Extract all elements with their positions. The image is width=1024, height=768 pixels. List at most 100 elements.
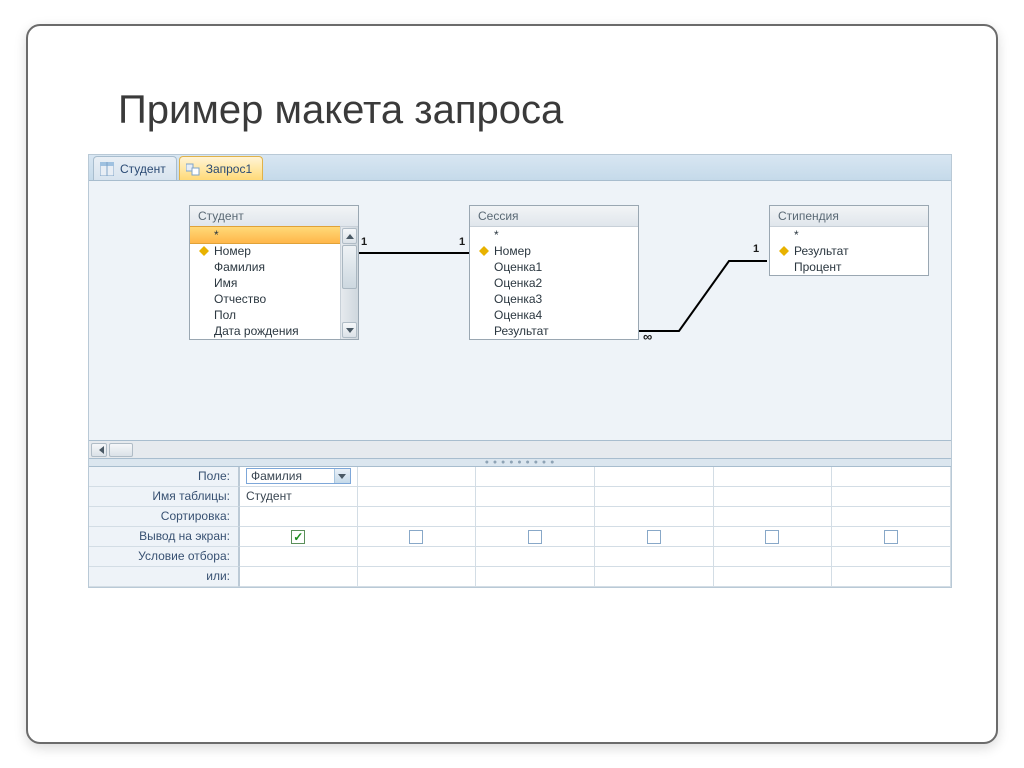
grid-cell-or[interactable] (714, 567, 833, 587)
show-checkbox[interactable] (765, 530, 779, 544)
field-item[interactable]: Оценка2 (470, 275, 638, 291)
grid-cell-field[interactable] (714, 467, 833, 487)
grid-cell-criteria[interactable] (714, 547, 833, 567)
grid-row-label-sort: Сортировка: (89, 507, 239, 527)
grid-cell-criteria[interactable] (595, 547, 714, 567)
grid-cell-show[interactable] (595, 527, 714, 547)
grid-cell-sort[interactable] (239, 507, 358, 527)
grid-cell-table[interactable] (358, 487, 477, 507)
field-item[interactable]: Оценка1 (470, 259, 638, 275)
grid-cell-show[interactable] (714, 527, 833, 547)
field-item[interactable]: Имя (190, 275, 340, 291)
field-dropdown[interactable]: Фамилия (246, 468, 351, 484)
grid-cell-table[interactable] (714, 487, 833, 507)
grid-cell-sort[interactable] (595, 507, 714, 527)
grid-cell-criteria[interactable] (239, 547, 358, 567)
show-checkbox[interactable] (409, 530, 423, 544)
table-title: Сессия (470, 206, 638, 227)
field-list[interactable]: * Номер Фамилия Имя Отчество Пол Дата ро… (190, 227, 340, 339)
field-item[interactable]: * (470, 227, 638, 243)
grid-row-label-field: Поле: (89, 467, 239, 487)
show-checkbox[interactable] (528, 530, 542, 544)
grid-cell-table[interactable] (476, 487, 595, 507)
grid-cell-field[interactable] (358, 467, 477, 487)
field-item[interactable]: Оценка3 (470, 291, 638, 307)
field-item[interactable]: Дата рождения (190, 323, 340, 339)
scroll-down-button[interactable] (342, 322, 357, 338)
grid-cell-field[interactable] (476, 467, 595, 487)
relation-right-cardinality: 1 (459, 236, 465, 248)
grid-cell-criteria[interactable] (832, 547, 951, 567)
grid-row-label-criteria: Условие отбора: (89, 547, 239, 567)
field-item[interactable]: Номер (470, 243, 638, 259)
grid-cell-criteria[interactable] (358, 547, 477, 567)
table-title: Студент (190, 206, 358, 227)
field-item[interactable]: Процент (770, 259, 928, 275)
tab-label: Запрос1 (206, 162, 252, 176)
grid-cell-table[interactable]: Студент (239, 487, 358, 507)
table-session[interactable]: Сессия * Номер Оценка1 Оценка2 Оценка3 О… (469, 205, 639, 340)
grid-cell-criteria[interactable] (476, 547, 595, 567)
chevron-left-icon (95, 446, 104, 454)
field-item[interactable]: Оценка4 (470, 307, 638, 323)
table-title: Стипендия (770, 206, 928, 227)
table-stipend[interactable]: Стипендия * Результат Процент (769, 205, 929, 276)
field-list[interactable]: * Номер Оценка1 Оценка2 Оценка3 Оценка4 … (470, 227, 638, 339)
scroll-thumb[interactable] (342, 245, 357, 289)
datasheet-icon (100, 162, 114, 176)
grid-cell-field[interactable]: Фамилия (239, 467, 358, 487)
grid-cell-sort[interactable] (714, 507, 833, 527)
grip-icon: ● ● ● ● ● ● ● ● ● (485, 459, 556, 466)
grid-cell-show[interactable] (832, 527, 951, 547)
grid-cell-or[interactable] (476, 567, 595, 587)
field-item[interactable]: Номер (190, 243, 340, 259)
grid-cell-or[interactable] (358, 567, 477, 587)
field-item[interactable]: * (770, 227, 928, 243)
grid-cell-field[interactable] (832, 467, 951, 487)
grid-cell-show[interactable] (358, 527, 477, 547)
field-item[interactable]: Результат (770, 243, 928, 259)
horizontal-scrollbar[interactable] (89, 441, 951, 459)
field-item[interactable]: * (190, 226, 340, 244)
field-item[interactable]: Результат (470, 323, 638, 339)
field-item[interactable]: Фамилия (190, 259, 340, 275)
slide-title: Пример макета запроса (118, 88, 563, 133)
pane-splitter[interactable]: ● ● ● ● ● ● ● ● ● (89, 459, 951, 467)
chevron-down-icon (346, 328, 354, 333)
grid-cell-show[interactable] (476, 527, 595, 547)
grid-cell-table[interactable] (595, 487, 714, 507)
dropdown-button[interactable] (334, 469, 350, 483)
relationship-pane[interactable]: 1 1 ∞ 1 Студент * Номер Фамилия Имя Отче… (89, 181, 951, 441)
chevron-down-icon (338, 474, 346, 479)
tab-student[interactable]: Студент (93, 156, 177, 180)
grid-row-label-table: Имя таблицы: (89, 487, 239, 507)
tab-label: Студент (120, 162, 166, 176)
grid-cell-show[interactable] (239, 527, 358, 547)
scroll-left-button[interactable] (91, 443, 107, 457)
grid-cell-sort[interactable] (832, 507, 951, 527)
tab-query1[interactable]: Запрос1 (179, 156, 263, 180)
show-checkbox[interactable] (884, 530, 898, 544)
document-tabs: Студент Запрос1 (89, 155, 951, 181)
table-student[interactable]: Студент * Номер Фамилия Имя Отчество Пол… (189, 205, 359, 340)
grid-cell-field[interactable] (595, 467, 714, 487)
grid-cell-table[interactable] (832, 487, 951, 507)
grid-cell-sort[interactable] (358, 507, 477, 527)
scroll-up-button[interactable] (342, 228, 357, 244)
grid-cell-or[interactable] (832, 567, 951, 587)
show-checkbox[interactable] (647, 530, 661, 544)
show-checkbox[interactable] (291, 530, 305, 544)
relation-right-cardinality: 1 (753, 243, 759, 255)
grid-cell-or[interactable] (239, 567, 358, 587)
vertical-scrollbar[interactable] (340, 227, 358, 339)
field-item[interactable]: Отчество (190, 291, 340, 307)
grid-cell-sort[interactable] (476, 507, 595, 527)
relation-left-cardinality: 1 (361, 236, 367, 248)
scroll-thumb[interactable] (109, 443, 133, 457)
grid-row-label-or: или: (89, 567, 239, 587)
qbe-grid: Поле: Фамилия Имя таблицы: Студент (89, 467, 951, 587)
field-list[interactable]: * Результат Процент (770, 227, 928, 275)
field-item[interactable]: Пол (190, 307, 340, 323)
query-icon (186, 162, 200, 176)
grid-cell-or[interactable] (595, 567, 714, 587)
